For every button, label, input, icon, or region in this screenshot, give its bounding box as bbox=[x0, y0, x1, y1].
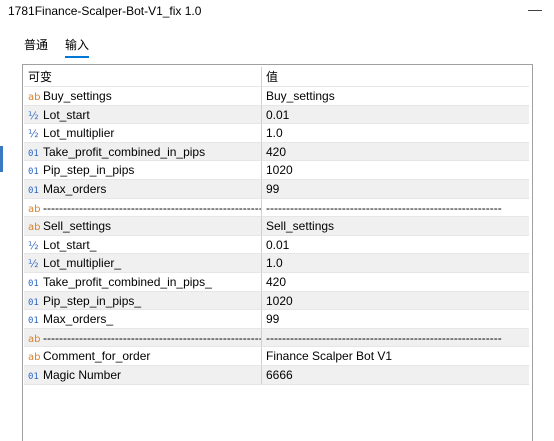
param-name: Max_orders_ bbox=[43, 312, 114, 327]
string-type-icon: ab bbox=[28, 352, 41, 364]
param-name-cell[interactable]: 01 Max_orders bbox=[24, 179, 262, 199]
table-row[interactable]: ½ Lot_multiplier 1.0 bbox=[24, 124, 529, 143]
window-edge-accent bbox=[0, 146, 3, 172]
param-value-cell[interactable]: 1.0 bbox=[262, 124, 529, 143]
table-row[interactable]: ab --------------------------------------… bbox=[24, 198, 529, 218]
param-name: ----------------------------------------… bbox=[43, 200, 262, 215]
param-name-cell[interactable]: ab Comment_for_order bbox=[24, 347, 262, 366]
param-name: Buy_settings bbox=[43, 89, 112, 103]
param-name-cell[interactable]: 01 Take_profit_combined_in_pips_ bbox=[24, 272, 262, 292]
table-row[interactable]: ½ Lot_multiplier_ 1.0 bbox=[24, 254, 529, 273]
integer-type-icon: 01 bbox=[28, 278, 39, 289]
tab-bar: 普通 输入 bbox=[0, 22, 554, 58]
double-type-icon: ½ bbox=[28, 257, 39, 271]
minimize-button[interactable]: — bbox=[528, 1, 542, 17]
double-type-icon: ½ bbox=[28, 108, 39, 122]
integer-type-icon: 01 bbox=[28, 371, 39, 382]
integer-type-icon: 01 bbox=[28, 316, 39, 327]
param-name: Lot_multiplier_ bbox=[43, 256, 122, 271]
header-name[interactable]: 可变 bbox=[24, 67, 262, 87]
param-value-cell[interactable]: 420 bbox=[262, 143, 529, 162]
table-row[interactable]: ab Sell_settings Sell_settings bbox=[24, 217, 529, 236]
table-header: 可变 值 bbox=[24, 67, 529, 87]
table-row[interactable]: ab Comment_for_order Finance Scalper Bot … bbox=[24, 347, 529, 366]
param-name: Sell_settings bbox=[43, 219, 112, 234]
param-name-cell[interactable]: ab --------------------------------------… bbox=[24, 328, 262, 348]
table-row[interactable]: 01 Pip_step_in_pips 1020 bbox=[24, 161, 529, 180]
param-name: Comment_for_order bbox=[43, 349, 151, 364]
inputs-panel: 可变 值 ab Buy_settings Buy_settings ½ Lot_star… bbox=[22, 64, 533, 441]
string-type-icon: ab bbox=[28, 333, 41, 345]
window-title: 1781Finance-Scalper-Bot-V1_fix 1.0 bbox=[8, 4, 202, 18]
param-value-cell[interactable]: Buy_settings bbox=[262, 87, 529, 106]
table-row[interactable]: ab Buy_settings Buy_settings bbox=[24, 87, 529, 106]
param-name-cell[interactable]: ab --------------------------------------… bbox=[24, 198, 262, 218]
param-name-cell[interactable]: ½ Lot_start_ bbox=[24, 235, 262, 255]
double-type-icon: ½ bbox=[28, 127, 39, 141]
param-name: Pip_step_in_pips_ bbox=[43, 293, 142, 308]
double-type-icon: ½ bbox=[28, 238, 39, 252]
table-row[interactable]: ½ Lot_start 0.01 bbox=[24, 105, 529, 125]
title-bar: 1781Finance-Scalper-Bot-V1_fix 1.0 — bbox=[0, 0, 554, 22]
param-name-cell[interactable]: 01 Max_orders_ bbox=[24, 310, 262, 329]
param-value-cell[interactable]: 99 bbox=[262, 310, 529, 329]
integer-type-icon: 01 bbox=[28, 297, 39, 308]
param-name-cell[interactable]: 01 Pip_step_in_pips bbox=[24, 161, 262, 180]
table-row[interactable]: 01 Pip_step_in_pips_ 1020 bbox=[24, 291, 529, 311]
param-name: Take_profit_combined_in_pips bbox=[43, 144, 206, 159]
param-value-cell[interactable]: Sell_settings bbox=[262, 217, 529, 236]
param-value-cell[interactable]: ----------------------------------------… bbox=[262, 199, 529, 218]
string-type-icon: ab bbox=[28, 222, 41, 234]
param-value-cell[interactable]: 0.01 bbox=[262, 236, 529, 255]
integer-type-icon: 01 bbox=[28, 185, 39, 196]
param-value-cell[interactable]: 420 bbox=[262, 273, 529, 292]
param-name: Max_orders bbox=[43, 181, 107, 196]
param-value-cell[interactable]: ----------------------------------------… bbox=[262, 329, 529, 348]
table-row[interactable]: ab --------------------------------------… bbox=[24, 328, 529, 348]
param-name-cell[interactable]: ½ Lot_start bbox=[24, 105, 262, 125]
param-name-cell[interactable]: ab Sell_settings bbox=[24, 217, 262, 236]
param-name: Lot_start bbox=[43, 107, 90, 122]
parameters-table: 可变 值 ab Buy_settings Buy_settings ½ Lot_star… bbox=[24, 67, 529, 385]
param-value-cell[interactable]: 0.01 bbox=[262, 106, 529, 125]
param-name: Magic Number bbox=[43, 367, 122, 382]
param-name: ----------------------------------------… bbox=[43, 330, 262, 345]
param-value-cell[interactable]: 1020 bbox=[262, 292, 529, 311]
param-value-cell[interactable]: 99 bbox=[262, 180, 529, 199]
param-name-cell[interactable]: ½ Lot_multiplier_ bbox=[24, 254, 262, 273]
table-row[interactable]: 01 Take_profit_combined_in_pips 420 bbox=[24, 142, 529, 162]
param-value-cell[interactable]: 6666 bbox=[262, 366, 529, 385]
header-value[interactable]: 值 bbox=[262, 67, 529, 87]
param-name: Pip_step_in_pips bbox=[43, 163, 135, 178]
param-value-cell[interactable]: 1020 bbox=[262, 161, 529, 180]
tab-inputs[interactable]: 输入 bbox=[65, 36, 90, 58]
param-name-cell[interactable]: 01 Take_profit_combined_in_pips bbox=[24, 142, 262, 162]
table-row[interactable]: ½ Lot_start_ 0.01 bbox=[24, 235, 529, 255]
param-name-cell[interactable]: 01 Magic Number bbox=[24, 365, 262, 385]
integer-type-icon: 01 bbox=[28, 167, 39, 178]
table-row[interactable]: 01 Max_orders_ 99 bbox=[24, 310, 529, 329]
param-name-cell[interactable]: 01 Pip_step_in_pips_ bbox=[24, 291, 262, 311]
integer-type-icon: 01 bbox=[28, 148, 39, 159]
param-value-cell[interactable]: Finance Scalper Bot V1 bbox=[262, 347, 529, 366]
string-type-icon: ab bbox=[28, 92, 41, 103]
table-row[interactable]: 01 Max_orders 99 bbox=[24, 179, 529, 199]
tab-common[interactable]: 普通 bbox=[24, 36, 48, 56]
table-row[interactable]: 01 Take_profit_combined_in_pips_ 420 bbox=[24, 272, 529, 292]
param-name-cell[interactable]: ½ Lot_multiplier bbox=[24, 124, 262, 143]
table-row[interactable]: 01 Magic Number 6666 bbox=[24, 365, 529, 385]
param-value-cell[interactable]: 1.0 bbox=[262, 254, 529, 273]
param-name: Lot_start_ bbox=[43, 237, 97, 252]
param-name-cell[interactable]: ab Buy_settings bbox=[24, 87, 262, 106]
string-type-icon: ab bbox=[28, 203, 41, 215]
param-name: Lot_multiplier bbox=[43, 126, 115, 141]
param-name: Take_profit_combined_in_pips_ bbox=[43, 274, 212, 289]
